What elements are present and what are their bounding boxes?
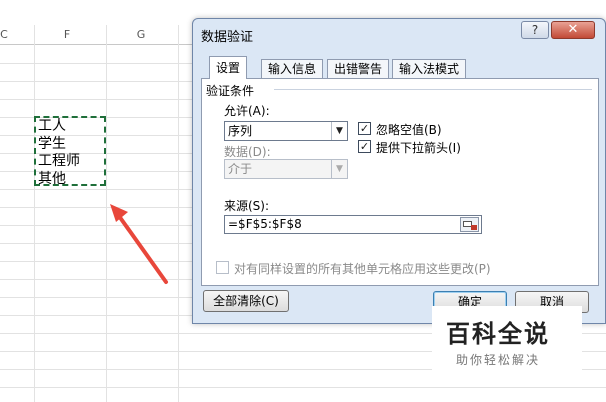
help-icon: ?: [531, 23, 539, 37]
help-button[interactable]: ?: [521, 21, 549, 39]
tab-ime-mode[interactable]: 输入法模式: [392, 59, 467, 78]
ignore-blank-checkbox[interactable]: ✓: [358, 122, 371, 135]
data-select[interactable]: 介于 ▼: [224, 159, 348, 179]
clear-all-button[interactable]: 全部清除(C): [203, 290, 289, 312]
data-select-value: 介于: [228, 162, 253, 176]
apply-to-all-label: 对有同样设置的所有其他单元格应用这些更改(P): [234, 262, 491, 276]
chevron-down-icon: ▼: [331, 160, 347, 178]
group-divider: [274, 89, 592, 90]
collapse-dialog-button[interactable]: [460, 217, 479, 232]
settings-panel: 验证条件 允许(A): 序列 ▼ ✓ 忽略空值(B) ✓ 提供下拉箭头(I) 数…: [201, 78, 599, 286]
close-button[interactable]: ✕: [551, 21, 595, 39]
watermark-slogan: 助你轻松解决: [456, 353, 541, 367]
tab-settings[interactable]: 设置: [209, 56, 248, 79]
watermark-brand: 百科全说: [446, 320, 550, 348]
close-icon: ✕: [567, 22, 579, 37]
allow-select-value: 序列: [228, 124, 253, 138]
source-input[interactable]: =$F$5:$F$8: [224, 215, 482, 234]
in-cell-dropdown-label: 提供下拉箭头(I): [376, 141, 461, 155]
apply-to-all-checkbox[interactable]: [216, 261, 229, 274]
data-validation-dialog: 数据验证 ? ✕ 设置 输入信息 出错警告 输入法模式 验证条件 允许(A): …: [192, 18, 606, 324]
ignore-blank-label: 忽略空值(B): [376, 123, 442, 137]
source-label: 来源(S):: [224, 199, 270, 213]
watermark: 百科全说 助你轻松解决: [432, 306, 582, 374]
allow-select[interactable]: 序列 ▼: [224, 121, 348, 141]
tab-error-alert[interactable]: 出错警告: [327, 59, 390, 78]
tab-input-message[interactable]: 输入信息: [261, 59, 324, 78]
allow-label: 允许(A):: [224, 104, 270, 118]
in-cell-dropdown-checkbox[interactable]: ✓: [358, 140, 371, 153]
data-label: 数据(D):: [224, 145, 271, 159]
chevron-down-icon: ▼: [331, 122, 347, 140]
dialog-title: 数据验证: [201, 30, 254, 45]
validation-criteria-heading: 验证条件: [206, 84, 255, 98]
